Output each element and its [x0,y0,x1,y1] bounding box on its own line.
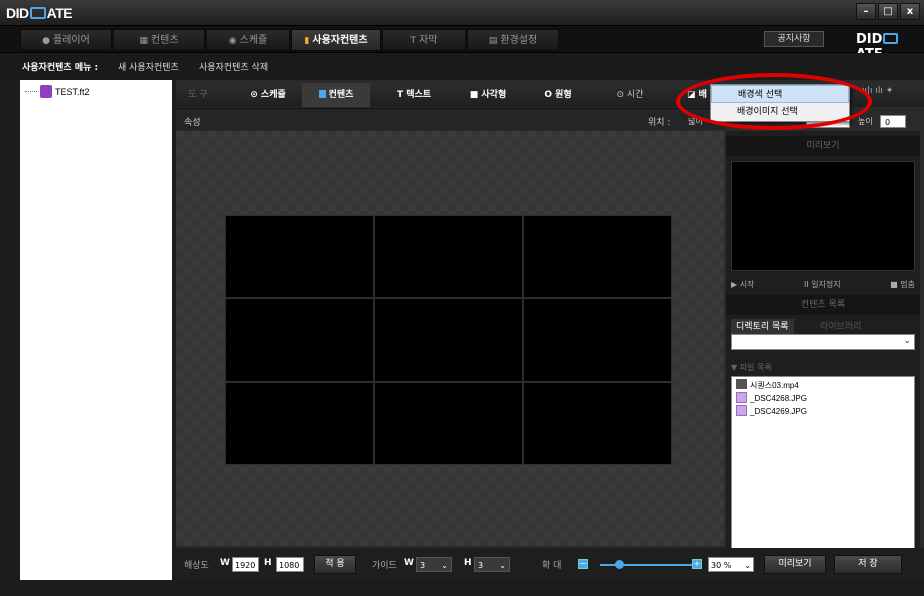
content-list-header: 컨텐츠 목록 [726,295,920,315]
text-tool-button[interactable]: T 텍스트 [382,83,446,107]
tab-user-contents[interactable]: ▮ 사용자컨텐츠 [291,29,381,51]
height-h-label: H [264,558,272,568]
time-tool-button[interactable]: ⊙ 시간 [600,83,660,107]
user-icon: ▮ [304,36,310,46]
logo-icon [29,7,46,19]
schedule-icon: ◉ [228,36,237,46]
grid-cell[interactable] [225,215,374,299]
height-label: 높이 [858,117,873,126]
list-item[interactable]: _DSC4269.JPG [732,405,914,418]
app-logo: DID ATE [6,5,73,21]
tab-subtitle[interactable]: T 자막 [382,29,466,51]
chevron-down-icon: ⌄ [499,561,506,570]
contents-icon [318,90,326,98]
main-tabs: ● 플레이어 ▦ 컨텐츠 ◉ 스케쥴 ▮ 사용자컨텐츠 T 자막 ▤ 환경설정 공지사항 D… [0,26,924,62]
tab-directory[interactable]: 디렉토리 목록 [731,319,794,335]
grid-cell[interactable] [523,298,672,382]
tree-item[interactable]: TEST.ft2 [25,85,90,98]
display-canvas[interactable] [225,215,672,465]
guide-w-select[interactable]: 3 ⌄ [416,557,452,572]
guide-w-label: W [404,558,414,568]
chevron-down-icon: ⌄ [903,336,911,346]
file-list-header: ▼ 파일 목록 [731,363,772,372]
right-panel: 미리보기 ▶ 시작 II 일지정지 ■ 멈춤 컨텐츠 목록 디렉토리 목록 라이… [726,131,920,580]
tab-settings[interactable]: ▤ 환경설정 [467,29,559,51]
zoom-slider-track[interactable] [600,564,692,566]
stop-button[interactable]: ■ 멈춤 [890,276,915,294]
tab-contents[interactable]: ▦ 컨텐츠 [113,29,205,51]
zoom-out-icon[interactable]: − [578,559,588,569]
apply-button[interactable]: 적 용 [314,555,356,574]
resolution-height-input[interactable]: 1080 [276,557,304,572]
guide-h-select[interactable]: 3 ⌄ [474,557,510,572]
tab-schedule[interactable]: ◉ 스케쥴 [206,29,290,51]
maximize-button[interactable]: □ [878,3,898,20]
text-icon: T [410,36,417,46]
circle-tool-button[interactable]: O 원형 [528,83,588,107]
title-bar: DID ATE – □ x [0,0,924,26]
zoom-slider-handle[interactable] [615,560,624,569]
preview-screen [731,161,915,271]
schedule-tool-button[interactable]: ⊙ 스케쥴 [232,83,304,107]
file-tree: TEST.ft2 [20,80,172,580]
grid-cell[interactable] [523,381,672,465]
image-file-icon [736,405,747,416]
grid-cell[interactable] [374,215,523,299]
list-item[interactable]: 시퀀스03.mp4 [732,379,914,392]
grid-cell[interactable] [225,381,374,465]
file-list: 시퀀스03.mp4 _DSC4268.JPG _DSC4269.JPG [731,376,915,566]
contents-tool-button[interactable]: 컨텐츠 [302,83,370,107]
position-label: 위치 : [648,118,671,128]
grid-cell[interactable] [523,215,672,299]
preview-button[interactable]: 미리보기 [764,555,826,574]
properties-label: 속성 [184,118,201,128]
tree-connector [25,91,37,92]
width-w-label: W [220,558,230,568]
settings-icon: ▤ [488,36,498,46]
minimize-button[interactable]: – [856,3,876,20]
delete-user-contents-link[interactable]: 사용자컨텐츠 삭제 [199,60,268,73]
height-field[interactable]: 0 [880,115,906,128]
guide-h-label: H [464,558,472,568]
resolution-width-input[interactable]: 1920 [232,557,259,572]
zoom-label: 확 대 [542,561,562,571]
guide-label: 가이드 [372,561,397,571]
tool-label: 도 구 [188,90,208,100]
highlight-annotation [676,73,872,130]
preview-header: 미리보기 [726,136,920,156]
player-icon: ● [42,36,51,46]
image-file-icon [736,392,747,403]
tab-player[interactable]: ● 플레이어 [20,29,112,51]
list-item[interactable]: _DSC4268.JPG [732,392,914,405]
grid-cell[interactable] [374,381,523,465]
directory-dropdown[interactable]: ⌄ [731,334,915,350]
grid-cell[interactable] [225,298,374,382]
bottom-bar: 해상도 W 1920 H 1080 적 용 가이드 W 3 ⌄ H 3 ⌄ 확 대 … [176,548,924,580]
video-file-icon [736,379,747,389]
notice-button[interactable]: 공지사항 [764,31,824,47]
zoom-in-icon[interactable]: + [692,559,702,569]
tab-library[interactable]: 라이브러리 [815,319,866,335]
file-icon [40,85,52,98]
properties-bar: 속성 위치 : [176,108,724,130]
rect-tool-button[interactable]: ■ 사각형 [456,83,520,107]
zoom-select[interactable]: 30 % ⌄ [708,557,754,572]
close-button[interactable]: x [900,3,920,20]
menu-label: 사용자컨텐츠 메뉴 : [22,63,99,73]
playback-controls: ▶ 시작 II 일지정지 ■ 멈춤 [731,276,915,294]
chevron-down-icon: ⌄ [744,561,751,570]
contents-icon: ▦ [139,36,148,46]
new-user-contents-link[interactable]: 새 사용자컨텐츠 [118,60,179,73]
pause-button[interactable]: II 일지정지 [804,276,841,294]
content-subtabs: 디렉토리 목록 라이브러리 [731,319,915,335]
save-button[interactable]: 저 장 [834,555,902,574]
logo-icon [883,33,899,44]
grid-cell[interactable] [374,298,523,382]
resolution-label: 해상도 [184,561,209,571]
play-button[interactable]: ▶ 시작 [731,276,754,294]
chevron-down-icon: ⌄ [441,561,448,570]
